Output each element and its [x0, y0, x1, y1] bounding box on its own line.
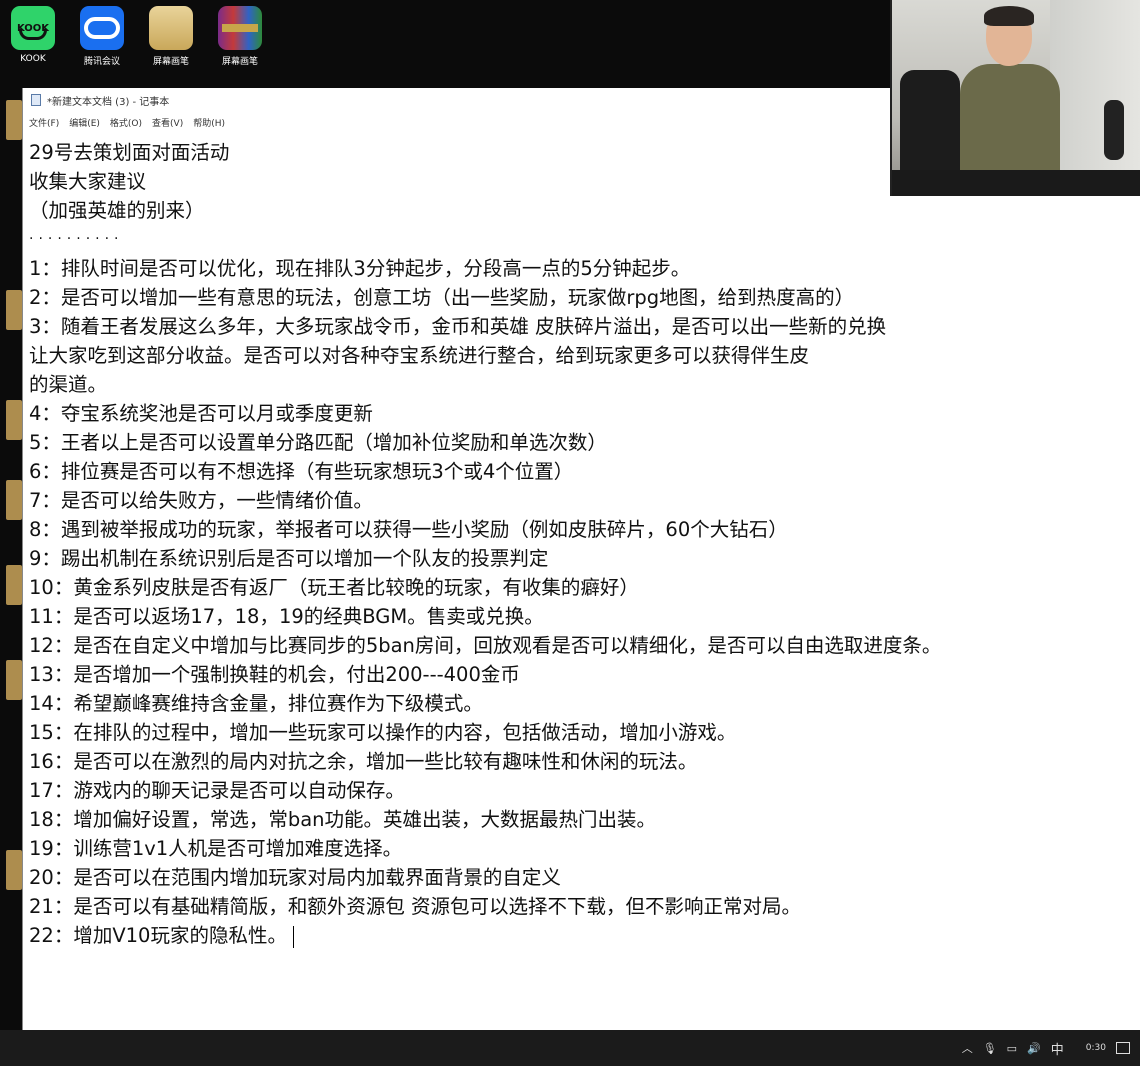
webcam-microphone [1104, 100, 1124, 160]
menu-file[interactable]: 文件(F) [29, 116, 59, 129]
tencent-meeting-icon [80, 6, 124, 50]
network-icon[interactable]: ▭ [1007, 1042, 1017, 1055]
desktop-icon-partial[interactable] [6, 565, 22, 605]
text-line-last: 22：增加V10玩家的隐私性。 [29, 921, 1140, 950]
desktop-icon-label: 屏幕画笔 [152, 57, 189, 67]
desktop-icon-label: 屏幕画笔 [221, 57, 258, 67]
text-line: 21：是否可以有基础精简版，和额外资源包 资源包可以选择不下载，但不影响正常对局… [29, 895, 802, 918]
volume-icon[interactable]: 🔊 [1027, 1042, 1041, 1055]
text-line: 20：是否可以在范围内增加玩家对局内加载界面背景的自定义 [29, 866, 561, 889]
text-line: 11：是否可以返场17，18，19的经典BGM。售卖或兑换。 [29, 605, 544, 628]
desktop-icon-partial[interactable] [6, 480, 22, 520]
desktop-icon-partial[interactable] [6, 400, 22, 440]
text-line: 18：增加偏好设置，常选，常ban功能。英雄出装，大数据最热门出装。 [29, 808, 656, 831]
system-tray: ︿ 🎙 ▭ 🔊 中 0:30 [962, 1030, 1140, 1066]
text-line: 2：是否可以增加一些有意思的玩法，创意工坊（出一些奖励，玩家做rpg地图，给到热… [29, 286, 855, 309]
menu-help[interactable]: 帮助(H) [193, 116, 225, 129]
taskbar: ︿ 🎙 ▭ 🔊 中 0:30 [0, 1030, 1140, 1066]
desktop-icon-tencent-meeting[interactable]: 腾讯会议 [72, 6, 132, 67]
desktop-icon-partial[interactable] [6, 850, 22, 890]
desktop-icon-partial[interactable] [6, 660, 22, 700]
notepad-window: *新建文本文档 (3) - 记事本 文件(F) 编辑(E) 格式(O) 查看(V… [22, 88, 1140, 1030]
desktop-icon-label: 腾讯会议 [83, 57, 120, 67]
webcam-overlay [890, 0, 1140, 196]
text-line: 8：遇到被举报成功的玩家，举报者可以获得一些小奖励（例如皮肤碎片，60个大钻石） [29, 518, 788, 541]
text-line: 3：随着王者发展这么多年，大多玩家战令币，金币和英雄 皮肤碎片溢出，是否可以出一… [29, 315, 887, 338]
ime-indicator[interactable]: 中 [1051, 1039, 1064, 1058]
text-line: 13：是否增加一个强制换鞋的机会，付出200---400金币 [29, 663, 520, 686]
chevron-up-icon[interactable]: ︿ [962, 1040, 973, 1056]
text-line: 5：王者以上是否可以设置单分路匹配（增加补位奖励和单选次数） [29, 431, 607, 454]
microphone-icon[interactable]: 🎙 [983, 1042, 997, 1055]
text-line-content: 22：增加V10玩家的隐私性。 [29, 924, 287, 947]
desktop-icon-kook[interactable]: KOOK KOOK [3, 6, 63, 64]
desktop-icon-partial[interactable] [6, 290, 22, 330]
text-line: 7：是否可以给失败方，一些情绪价值。 [29, 489, 373, 512]
webcam-background [1050, 0, 1140, 196]
action-center-icon[interactable] [1116, 1042, 1130, 1054]
desktop-icon-label: KOOK [20, 54, 46, 64]
text-line: 14：希望巅峰赛维持含金量，排位赛作为下级模式。 [29, 692, 483, 715]
folder-icon [149, 6, 193, 50]
webcam-person [950, 6, 1060, 196]
text-line: 12：是否在自定义中增加与比赛同步的5ban房间，回放观看是否可以精细化，是否可… [29, 634, 942, 657]
text-line: 4：夺宝系统奖池是否可以月或季度更新 [29, 402, 373, 425]
text-line: 的渠道。 [29, 373, 108, 396]
text-line: 10：黄金系列皮肤是否有返厂（玩王者比较晚的玩家，有收集的癖好） [29, 576, 639, 599]
text-line: 16：是否可以在激烈的局内对抗之余，增加一些比较有趣味性和休闲的玩法。 [29, 750, 698, 773]
clock[interactable]: 0:30 [1086, 1043, 1106, 1053]
desktop-icon-folder[interactable]: 屏幕画笔 [141, 6, 201, 67]
text-line: 17：游戏内的聊天记录是否可以自动保存。 [29, 779, 405, 802]
text-line: 让大家吃到这部分收益。是否可以对各种夺宝系统进行整合，给到玩家更多可以获得伴生皮 [29, 344, 810, 367]
menu-edit[interactable]: 编辑(E) [69, 116, 100, 129]
window-title: *新建文本文档 (3) - 记事本 [47, 96, 170, 108]
text-line: 6：排位赛是否可以有不想选择（有些玩家想玩3个或4个位置） [29, 460, 574, 483]
notepad-app-icon [31, 94, 41, 106]
text-line: 15：在排队的过程中，增加一些玩家可以操作的内容，包括做活动，增加小游戏。 [29, 721, 737, 744]
text-line: 19：训练营1v1人机是否可增加难度选择。 [29, 837, 403, 860]
text-line: 9：踢出机制在系统识别后是否可以增加一个队友的投票判定 [29, 547, 549, 570]
text-line: ·········· [29, 231, 124, 247]
kook-app-icon: KOOK [11, 6, 55, 50]
menu-format[interactable]: 格式(O) [110, 116, 142, 129]
webcam-desk [892, 170, 1140, 196]
text-cursor [292, 925, 294, 948]
text-line: 1：排队时间是否可以优化，现在排队3分钟起步，分段高一点的5分钟起步。 [29, 257, 691, 280]
text-line: （加强英雄的别来） [29, 199, 205, 222]
winrar-archive-icon [218, 6, 262, 50]
text-editor[interactable]: 29号去策划面对面活动 收集大家建议 （加强英雄的别来） ·········· … [29, 138, 1140, 1030]
desktop-icon-archive[interactable]: 屏幕画笔 [210, 6, 270, 67]
menu-view[interactable]: 查看(V) [152, 116, 183, 129]
desktop-icon-partial[interactable] [6, 100, 22, 140]
